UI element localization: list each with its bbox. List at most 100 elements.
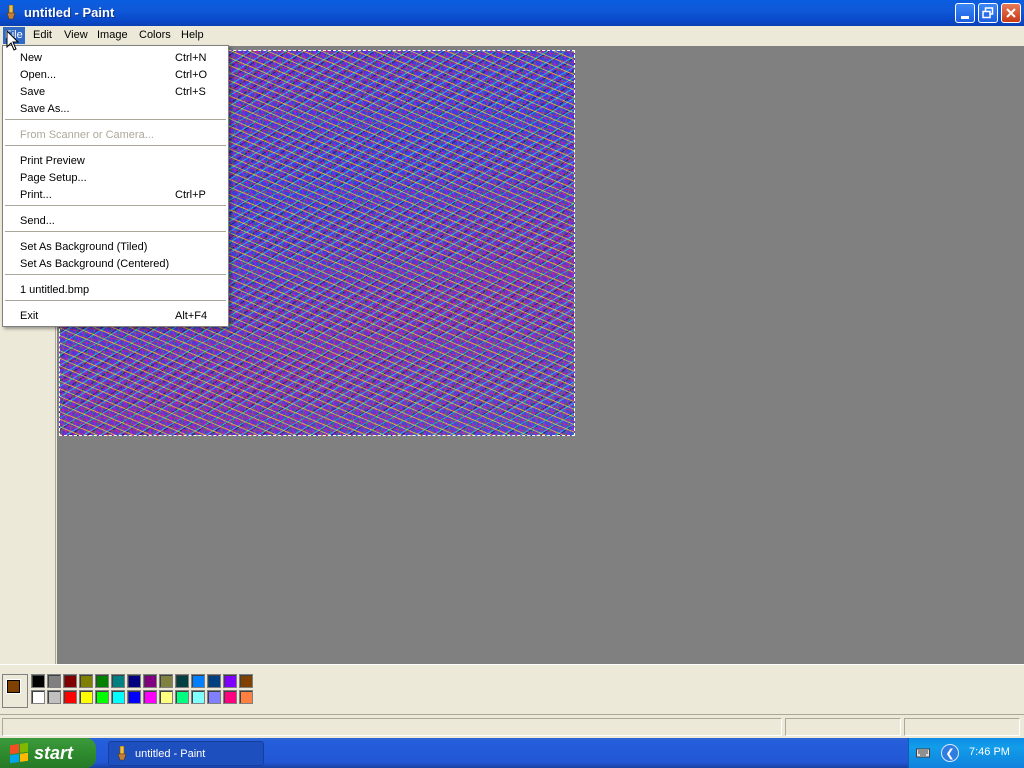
menu-item-shortcut: Ctrl+S [175, 86, 206, 98]
start-label: start [34, 742, 74, 763]
menu-item-shortcut: Ctrl+N [175, 52, 207, 64]
color-swatch[interactable] [191, 690, 205, 704]
current-colors [2, 674, 28, 708]
menu-new[interactable]: New Ctrl+N [3, 49, 228, 66]
taskbar: start untitled - Paint ❮ 7:46 PM [0, 738, 1024, 768]
close-button[interactable] [1001, 3, 1021, 23]
menu-save-as[interactable]: Save As... [3, 100, 228, 117]
menu-set-background-centered[interactable]: Set As Background (Centered) [3, 255, 228, 272]
menu-view[interactable]: View [64, 29, 88, 41]
menu-separator [5, 205, 226, 206]
color-swatch[interactable] [79, 690, 93, 704]
restore-icon [982, 7, 994, 19]
color-swatch[interactable] [111, 674, 125, 688]
menu-colors[interactable]: Colors [139, 29, 171, 41]
system-tray: ❮ 7:46 PM [908, 738, 1024, 768]
menu-exit[interactable]: Exit Alt+F4 [3, 307, 228, 324]
color-swatch[interactable] [143, 690, 157, 704]
color-swatch[interactable] [175, 690, 189, 704]
menu-item-label: Exit [20, 310, 39, 322]
menu-item-label: Open... [20, 69, 57, 81]
menu-separator [5, 145, 226, 146]
file-menu-dropdown: New Ctrl+N Open... Ctrl+O Save Ctrl+S Save As.… [2, 45, 229, 327]
menu-separator [5, 274, 226, 275]
menu-edit[interactable]: Edit [33, 29, 52, 41]
menu-open[interactable]: Open... Ctrl+O [3, 66, 228, 83]
menu-save[interactable]: Save Ctrl+S [3, 83, 228, 100]
menu-print-preview[interactable]: Print Preview [3, 152, 228, 169]
color-swatch[interactable] [95, 674, 109, 688]
menu-send[interactable]: Send... [3, 212, 228, 229]
show-hidden-icons-button[interactable]: ❮ [941, 744, 959, 762]
status-text [2, 718, 782, 736]
color-swatch[interactable] [31, 690, 45, 704]
menu-separator [5, 231, 226, 232]
menu-item-label: New [20, 52, 43, 64]
menu-item-label: Print Preview [20, 155, 85, 167]
color-swatch[interactable] [223, 674, 237, 688]
menu-help[interactable]: Help [181, 29, 204, 41]
paint-app-icon [117, 746, 127, 761]
close-icon [1006, 8, 1016, 18]
color-swatch[interactable] [63, 674, 77, 688]
status-coordinates [785, 718, 901, 736]
taskbar-paint-button[interactable]: untitled - Paint [108, 741, 264, 766]
menu-set-background-tiled[interactable]: Set As Background (Tiled) [3, 238, 228, 255]
menu-bar: File Edit View Image Colors Help [0, 26, 1024, 46]
color-swatch[interactable] [143, 674, 157, 688]
status-size [904, 718, 1020, 736]
color-swatch[interactable] [63, 690, 77, 704]
restore-button[interactable] [978, 3, 998, 23]
menu-item-label: Send... [20, 215, 55, 227]
menu-item-shortcut: Ctrl+O [175, 69, 208, 81]
status-bar [0, 714, 1024, 738]
color-swatch[interactable] [31, 674, 45, 688]
color-swatch[interactable] [127, 690, 141, 704]
color-swatch[interactable] [95, 690, 109, 704]
menu-item-label: Page Setup... [20, 172, 87, 184]
menu-item-label: 1 untitled.bmp [20, 284, 90, 296]
menu-print[interactable]: Print... Ctrl+P [3, 186, 228, 203]
chevron-left-icon: ❮ [945, 747, 955, 760]
color-swatch[interactable] [47, 674, 61, 688]
menu-page-setup[interactable]: Page Setup... [3, 169, 228, 186]
color-swatch[interactable] [79, 674, 93, 688]
title-bar: untitled - Paint [0, 0, 1024, 26]
color-palette [0, 664, 1024, 714]
menu-item-label: Save As... [20, 103, 70, 115]
color-swatch[interactable] [191, 674, 205, 688]
color-swatch[interactable] [159, 690, 173, 704]
color-swatch[interactable] [159, 674, 173, 688]
color-swatch[interactable] [111, 690, 125, 704]
menu-item-label: Set As Background (Centered) [20, 258, 170, 270]
color-swatch[interactable] [239, 690, 253, 704]
minimize-icon [961, 15, 969, 19]
color-swatch[interactable] [223, 690, 237, 704]
menu-separator [5, 300, 226, 301]
menu-item-label: Set As Background (Tiled) [20, 241, 148, 253]
minimize-button[interactable] [955, 3, 975, 23]
window-title: untitled - Paint [24, 5, 115, 20]
menu-item-label: Save [20, 86, 46, 98]
windows-logo-icon [10, 742, 28, 764]
menu-from-scanner: From Scanner or Camera... [3, 126, 228, 143]
paint-app-icon[interactable] [4, 5, 18, 20]
clock: 7:46 PM [969, 746, 1010, 758]
foreground-color-swatch[interactable] [7, 680, 20, 693]
menu-item-label: Print... [20, 189, 52, 201]
start-button[interactable]: start [0, 738, 96, 768]
taskbar-paint-label: untitled - Paint [135, 747, 206, 760]
menu-item-shortcut: Ctrl+P [175, 189, 206, 201]
color-swatch[interactable] [47, 690, 61, 704]
menu-separator [5, 119, 226, 120]
color-swatch[interactable] [207, 674, 221, 688]
color-swatch[interactable] [207, 690, 221, 704]
color-swatch[interactable] [127, 674, 141, 688]
keyboard-icon[interactable] [916, 746, 930, 759]
color-swatch[interactable] [239, 674, 253, 688]
menu-recent-file[interactable]: 1 untitled.bmp [3, 281, 228, 298]
menu-item-label: From Scanner or Camera... [20, 129, 154, 141]
menu-image[interactable]: Image [97, 29, 128, 41]
mouse-cursor-icon [6, 30, 20, 51]
color-swatch[interactable] [175, 674, 189, 688]
